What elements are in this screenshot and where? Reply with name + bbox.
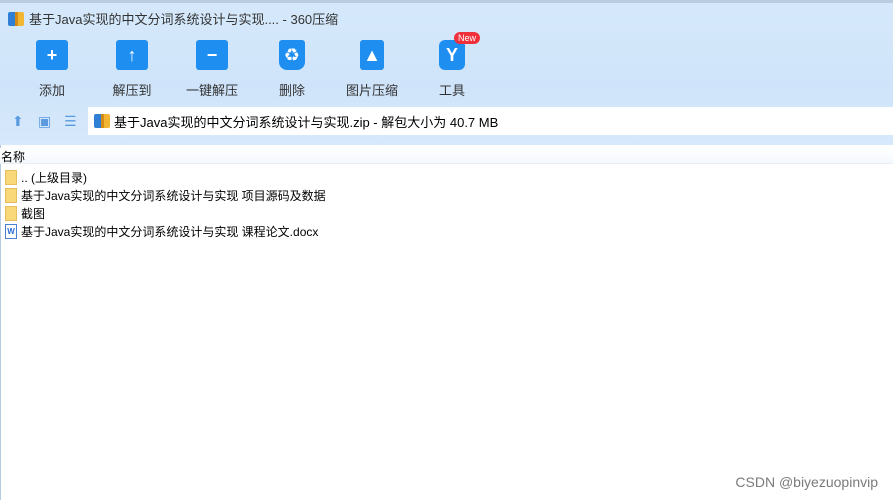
word-document-icon: W — [5, 223, 17, 239]
column-header-name[interactable]: 名称 — [0, 148, 893, 164]
list-item[interactable]: W 基于Java实现的中文分词系统设计与实现 课程论文.docx — [0, 222, 893, 240]
list-item[interactable]: 基于Java实现的中文分词系统设计与实现 项目源码及数据 — [0, 186, 893, 204]
tools-label: 工具 — [438, 83, 465, 98]
tools-button[interactable]: Y 工具 — [412, 40, 492, 99]
address-bar[interactable]: 基于Java实现的中文分词系统设计与实现.zip - 解包大小为 40.7 MB — [88, 107, 893, 135]
extract-to-icon: ↑ — [116, 40, 148, 70]
window-title-text: 基于Java实现的中文分词系统设计与实现.... - 360压缩 — [29, 12, 339, 27]
extract-to-button[interactable]: ↑ 解压到 — [92, 40, 172, 99]
new-badge: New — [454, 32, 481, 44]
one-click-extract-label: 一键解压 — [185, 83, 238, 98]
top-border — [0, 0, 893, 3]
list-view-icon[interactable]: ☰ — [64, 113, 77, 130]
watermark: CSDN @biyezuopinvip — [735, 474, 878, 490]
archive-icon — [8, 11, 24, 26]
archive-icon — [94, 114, 110, 128]
one-click-extract-icon: − — [196, 40, 228, 70]
folder-icon — [5, 187, 17, 203]
delete-label: 删除 — [278, 83, 305, 98]
add-button[interactable]: + 添加 — [12, 40, 92, 99]
up-arrow-icon[interactable]: ⬆ — [12, 113, 24, 130]
navigation-bar: ⬆ ▣ ☰ 基于Java实现的中文分词系统设计与实现.zip - 解包大小为 4… — [0, 107, 893, 135]
window-title: 基于Java实现的中文分词系统设计与实现.... - 360压缩 — [8, 9, 338, 28]
one-click-extract-button[interactable]: − 一键解压 — [172, 40, 252, 99]
list-item[interactable]: .. (上级目录) — [0, 168, 893, 186]
add-label: 添加 — [38, 83, 65, 98]
delete-icon: ♻ — [279, 40, 305, 70]
image-compress-button[interactable]: ▲ 图片压缩 — [332, 40, 412, 99]
item-name: 截图 — [21, 206, 46, 221]
item-name: 基于Java实现的中文分词系统设计与实现 项目源码及数据 — [21, 188, 326, 203]
delete-button[interactable]: ♻ 删除 — [252, 40, 332, 99]
folder-icon — [5, 169, 17, 185]
address-text: 基于Java实现的中文分词系统设计与实现.zip - 解包大小为 40.7 MB — [114, 114, 499, 130]
image-compress-icon: ▲ — [360, 40, 384, 70]
header-area: 基于Java实现的中文分词系统设计与实现.... - 360压缩 + 添加 ↑ 解压… — [0, 0, 893, 145]
item-name: .. (上级目录) — [21, 170, 87, 185]
thumbnail-view-icon[interactable]: ▣ — [38, 113, 51, 130]
folder-icon — [5, 205, 17, 221]
file-list: 名称 .. (上级目录) 基于Java实现的中文分词系统设计与实现 项目源码及数… — [0, 148, 893, 240]
item-name: 基于Java实现的中文分词系统设计与实现 课程论文.docx — [21, 224, 319, 239]
image-compress-label: 图片压缩 — [345, 83, 398, 98]
add-folder-icon: + — [36, 40, 68, 70]
extract-to-label: 解压到 — [112, 83, 152, 98]
tools-icon: Y — [439, 40, 465, 70]
list-item[interactable]: 截图 — [0, 204, 893, 222]
